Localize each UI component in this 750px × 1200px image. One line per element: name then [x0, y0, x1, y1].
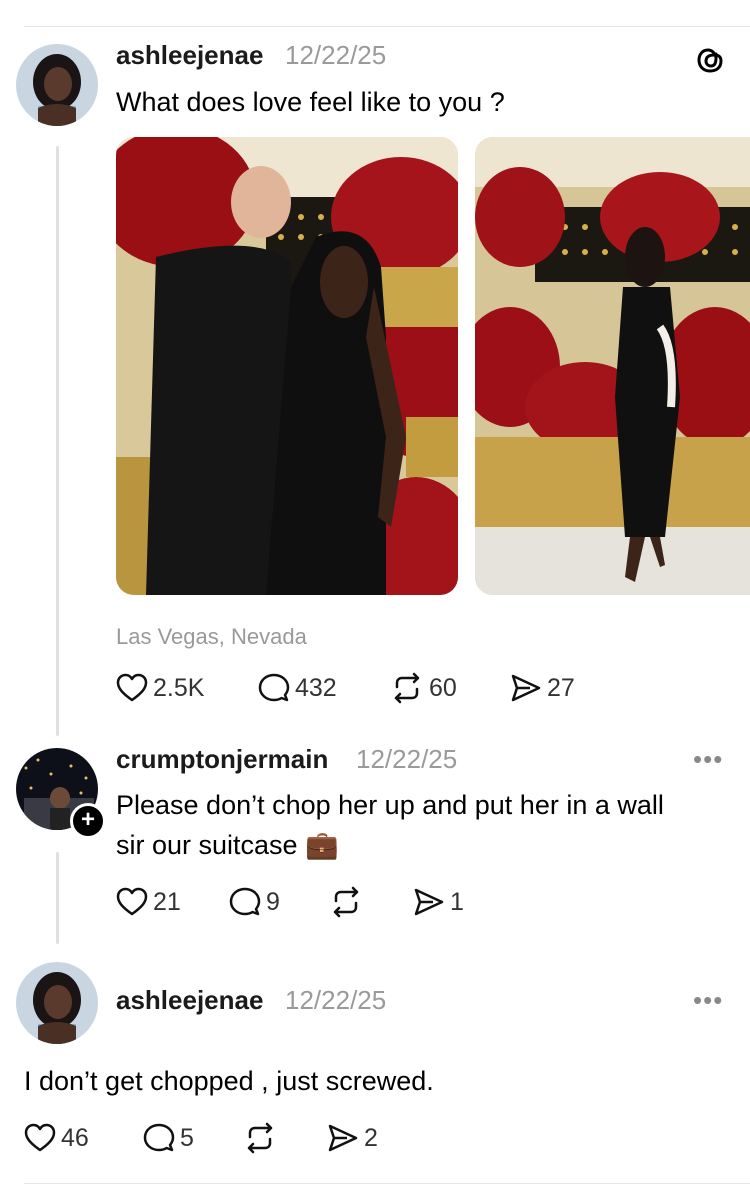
like-button[interactable]: 21	[116, 886, 229, 918]
more-options-button[interactable]: •••	[693, 985, 723, 1016]
post-actions: 46 5 2	[24, 1122, 378, 1154]
repost-button[interactable]: 60	[390, 672, 510, 704]
post-date: 12/22/25	[356, 744, 458, 774]
share-count: 27	[547, 673, 575, 702]
reply-button[interactable]: 9	[229, 886, 329, 918]
repost-icon	[390, 672, 424, 704]
thread-connector	[56, 852, 59, 944]
reply-count: 9	[266, 887, 280, 916]
share-button[interactable]: 2	[327, 1122, 378, 1154]
post-text-line: sir our suitcase 💼	[116, 830, 339, 860]
heart-icon	[116, 886, 148, 918]
reply-button[interactable]: 5	[143, 1122, 243, 1154]
repost-count: 60	[429, 673, 457, 702]
send-icon	[327, 1122, 359, 1154]
post-text: I don’t get chopped , just screwed.	[24, 1066, 434, 1096]
share-button[interactable]: 1	[413, 886, 464, 918]
threads-logo-icon[interactable]	[694, 44, 726, 81]
comment-icon	[258, 672, 290, 704]
more-options-button[interactable]: •••	[693, 744, 723, 775]
post-date: 12/22/25	[285, 985, 387, 1015]
post-username[interactable]: crumptonjermain	[116, 744, 328, 775]
post-actions: 2.5K 432 60 27	[116, 672, 575, 704]
post-date: 12/22/25	[285, 40, 387, 70]
repost-icon	[243, 1122, 277, 1154]
reply-count: 5	[180, 1123, 194, 1152]
post-text: What does love feel like to you ?	[116, 87, 505, 117]
like-count: 21	[153, 887, 181, 916]
avatar[interactable]	[16, 44, 98, 126]
post-location[interactable]: Las Vegas, Nevada	[116, 624, 307, 650]
send-icon	[510, 672, 542, 704]
post-text-line: Please don’t chop her up and put her in …	[116, 790, 664, 820]
like-button[interactable]: 46	[24, 1122, 143, 1154]
post-photo[interactable]	[116, 137, 458, 595]
bottom-divider	[24, 1183, 750, 1184]
post-actions: 21 9 1	[116, 886, 464, 918]
share-count: 2	[364, 1123, 378, 1152]
heart-icon	[24, 1122, 56, 1154]
send-icon	[413, 886, 445, 918]
like-button[interactable]: 2.5K	[116, 672, 258, 704]
heart-icon	[116, 672, 148, 704]
avatar[interactable]	[16, 962, 98, 1044]
comment-icon	[229, 886, 261, 918]
repost-icon	[329, 886, 363, 918]
share-count: 1	[450, 887, 464, 916]
post-username[interactable]: ashleejenae	[116, 40, 263, 71]
like-count: 2.5K	[153, 673, 205, 702]
reply-count: 432	[295, 673, 337, 702]
top-divider	[24, 26, 750, 27]
share-button[interactable]: 27	[510, 672, 575, 704]
comment-icon	[143, 1122, 175, 1154]
thread-connector	[56, 146, 59, 736]
follow-plus-button[interactable]: +	[70, 803, 106, 839]
repost-button[interactable]	[329, 886, 413, 918]
repost-button[interactable]	[243, 1122, 327, 1154]
post-username[interactable]: ashleejenae	[116, 985, 263, 1016]
like-count: 46	[61, 1123, 89, 1152]
post-photo[interactable]	[475, 137, 750, 595]
reply-button[interactable]: 432	[258, 672, 390, 704]
